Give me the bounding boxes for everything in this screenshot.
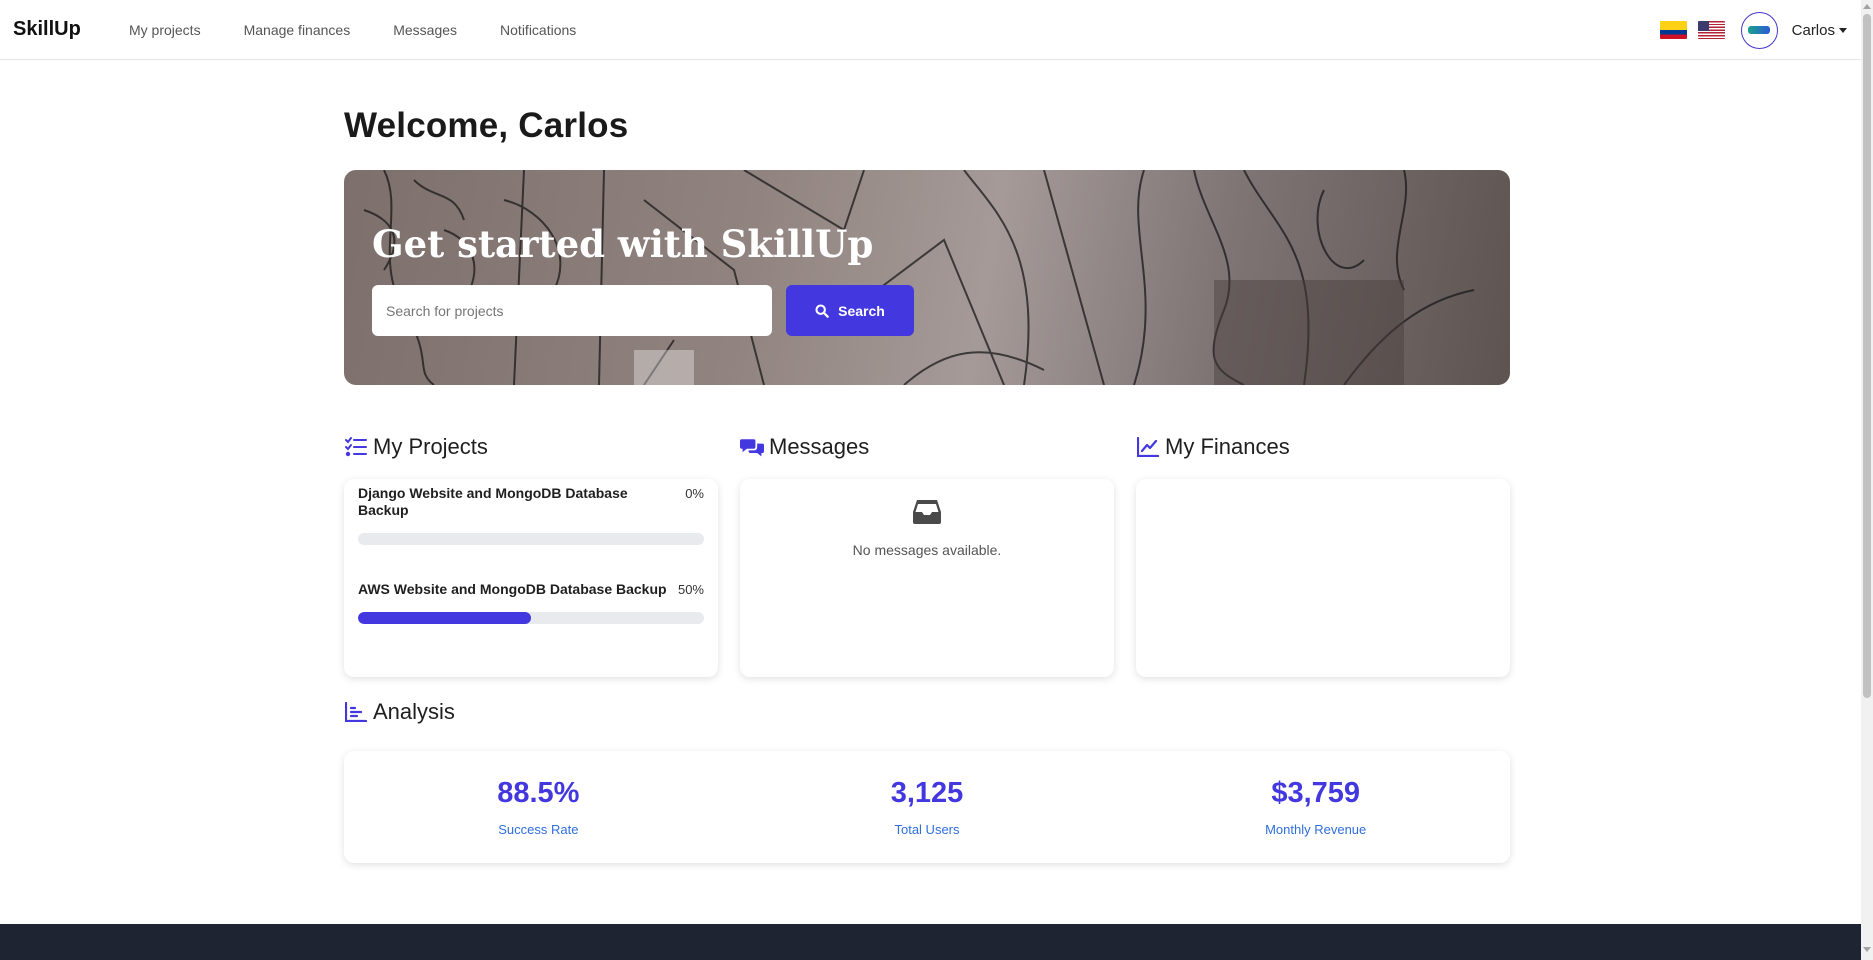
project-name: Django Website and MongoDB Database Back…	[358, 485, 628, 518]
nav-link-messages[interactable]: Messages	[393, 22, 457, 38]
usa-flag-icon[interactable]	[1697, 21, 1725, 39]
finances-header: My Finances	[1136, 432, 1510, 462]
projects-section: My Projects Django Website and MongoDB D…	[344, 432, 718, 677]
avatar[interactable]	[1740, 11, 1778, 49]
company-logo-icon	[1748, 26, 1771, 34]
messages-header: Messages	[740, 432, 1114, 462]
top-navbar: SkillUp My projects Manage finances Mess…	[0, 0, 1861, 60]
comments-icon	[740, 435, 764, 459]
projects-title: My Projects	[373, 434, 488, 459]
scroll-down-arrow-icon[interactable]	[1863, 947, 1871, 952]
project-item[interactable]: Django Website and MongoDB Database Back…	[358, 485, 704, 545]
stat-label: Success Rate	[498, 822, 579, 837]
finances-section: My Finances	[1136, 432, 1510, 677]
messages-empty-text: No messages available.	[852, 542, 1002, 558]
stat-monthly-revenue: $3,759 Monthly Revenue	[1121, 751, 1510, 863]
nav-links: My projects Manage finances Messages Not…	[129, 22, 619, 38]
search-button[interactable]: Search	[786, 285, 914, 336]
stat-success-rate: 88.5% Success Rate	[344, 751, 733, 863]
projects-header: My Projects	[344, 432, 718, 462]
stat-total-users: 3,125 Total Users	[733, 751, 1122, 863]
stat-label: Monthly Revenue	[1265, 822, 1367, 837]
stat-value: 88.5%	[497, 777, 580, 809]
user-menu-dropdown[interactable]: Carlos	[1792, 22, 1847, 39]
project-progress-label: 50%	[677, 582, 704, 597]
project-progress-label: 0%	[685, 486, 704, 501]
nav-link-notifications[interactable]: Notifications	[500, 22, 576, 38]
stat-value: $3,759	[1271, 777, 1361, 809]
caret-down-icon	[1839, 27, 1847, 33]
messages-empty-state: No messages available.	[740, 479, 1114, 558]
search-button-label: Search	[838, 302, 885, 319]
project-progress-bar	[358, 612, 704, 624]
projects-card: Django Website and MongoDB Database Back…	[344, 479, 718, 677]
finances-card	[1136, 479, 1510, 677]
brand-logo[interactable]: SkillUp	[13, 18, 129, 41]
colombia-flag-icon[interactable]	[1659, 21, 1687, 39]
scroll-thumb[interactable]	[1863, 14, 1871, 698]
line-chart-icon	[1136, 435, 1160, 459]
user-name: Carlos	[1791, 21, 1835, 39]
scroll-up-arrow-icon[interactable]	[1863, 4, 1871, 9]
stat-value: 3,125	[890, 777, 964, 809]
messages-section: Messages No messages available.	[740, 432, 1114, 677]
messages-title: Messages	[769, 434, 870, 459]
nav-right: Carlos	[1659, 0, 1847, 60]
project-search-input[interactable]	[372, 285, 772, 336]
hero-background-illustration	[363, 170, 1475, 385]
page-scrollbar[interactable]	[1861, 0, 1873, 960]
project-list: Django Website and MongoDB Database Back…	[344, 479, 718, 624]
page-title: Welcome, Carlos	[344, 106, 629, 145]
messages-card: No messages available.	[740, 479, 1114, 677]
finances-title: My Finances	[1165, 434, 1290, 459]
search-icon	[815, 303, 829, 318]
project-item[interactable]: AWS Website and MongoDB Database Backup …	[358, 581, 704, 624]
project-progress-fill	[358, 612, 531, 624]
project-progress-bar	[358, 533, 704, 545]
analysis-section: Analysis 88.5% Success Rate 3,125 Total …	[344, 697, 1510, 863]
list-check-icon	[344, 435, 368, 459]
bar-chart-icon	[344, 700, 368, 724]
main-content: Welcome, Carlos Get started with SkillUp…	[344, 60, 1510, 863]
page-footer	[0, 924, 1861, 960]
inbox-icon	[912, 499, 942, 530]
analysis-header: Analysis	[344, 697, 1510, 727]
hero-banner: Get started with SkillUp Search	[344, 170, 1510, 385]
project-name: AWS Website and MongoDB Database Backup	[358, 581, 667, 597]
nav-link-my-projects[interactable]: My projects	[129, 22, 201, 38]
analysis-card: 88.5% Success Rate 3,125 Total Users $3,…	[344, 751, 1510, 863]
analysis-title: Analysis	[373, 699, 455, 724]
hero-title: Get started with SkillUp	[372, 222, 874, 266]
stat-label: Total Users	[894, 822, 960, 837]
nav-link-manage-finances[interactable]: Manage finances	[244, 22, 351, 38]
